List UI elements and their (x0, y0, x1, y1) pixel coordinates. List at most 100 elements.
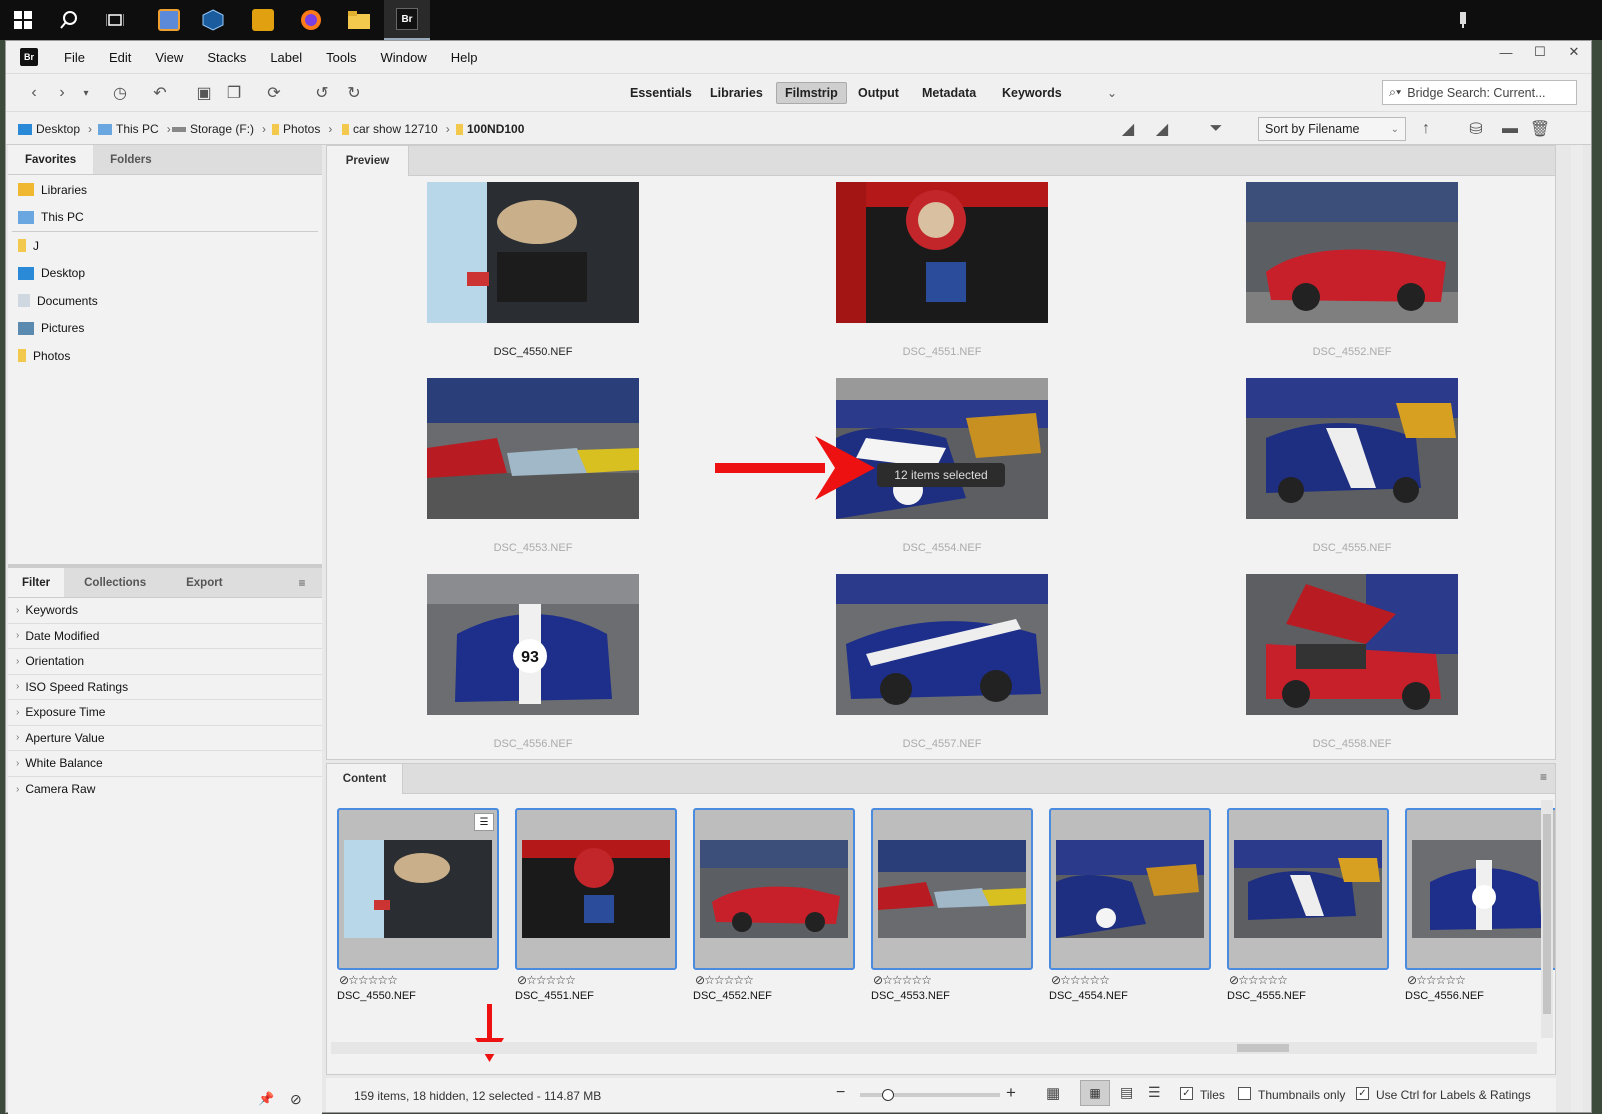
menu-tools[interactable]: Tools (314, 50, 368, 65)
rating-4556[interactable]: ⊘☆☆☆☆☆ (1407, 973, 1466, 987)
delete-icon[interactable]: 🗑 (1530, 119, 1550, 139)
close-icon[interactable]: ✕ (1557, 41, 1591, 63)
breadcrumb-car-show[interactable]: car show 12710 › (342, 122, 450, 136)
virtualbox-icon[interactable] (190, 0, 236, 40)
rotate-right-icon[interactable]: ↻ (344, 83, 364, 103)
preview-image-4557[interactable] (836, 574, 1048, 715)
maximize-icon[interactable]: ☐ (1523, 41, 1557, 63)
recent-icon[interactable]: ◷ (110, 83, 130, 103)
vertical-scrollbar[interactable] (1541, 800, 1553, 1038)
thumbnail-view-icon[interactable]: ▦ (1080, 1080, 1110, 1106)
workspace-filmstrip[interactable]: Filmstrip (776, 82, 847, 104)
preview-image-4551[interactable] (836, 182, 1048, 323)
filter-orientation[interactable]: › Orientation (8, 649, 322, 675)
tab-favorites[interactable]: Favorites (8, 145, 94, 174)
bridge-taskbar-icon[interactable]: Br (384, 0, 430, 40)
quality-icon[interactable]: ◢ (1118, 119, 1138, 139)
boomerang-icon[interactable]: ↶ (150, 83, 170, 103)
content-menu-icon[interactable]: ≡ (1540, 770, 1547, 784)
favorite-j[interactable]: J (8, 232, 322, 260)
filter-date-modified[interactable]: › Date Modified (8, 624, 322, 649)
filter-camera-raw[interactable]: › Camera Raw (8, 777, 322, 803)
rating-4554[interactable]: ⊘☆☆☆☆☆ (1051, 973, 1110, 987)
rating-4553[interactable]: ⊘☆☆☆☆☆ (873, 973, 932, 987)
thumbnail-4556[interactable] (1405, 808, 1555, 970)
rating-4555[interactable]: ⊘☆☆☆☆☆ (1229, 973, 1288, 987)
favorite-desktop[interactable]: Desktop (8, 260, 322, 288)
adjustments-icon[interactable]: ☰ (474, 813, 494, 831)
rating-4552[interactable]: ⊘☆☆☆☆☆ (695, 973, 754, 987)
camera-download-icon[interactable]: ▣ (194, 83, 214, 103)
history-dropdown-icon[interactable]: ▾ (76, 83, 96, 103)
open-in-camera-raw-icon[interactable]: ⟳ (264, 83, 284, 103)
preview-image-4555[interactable] (1246, 378, 1458, 519)
vm-app-icon[interactable] (240, 0, 286, 40)
more-workspaces-icon[interactable]: ⌄ (1102, 83, 1122, 103)
filter-aperture[interactable]: › Aperture Value (8, 726, 322, 751)
favorite-documents[interactable]: Documents (8, 287, 322, 315)
media-player-icon[interactable] (146, 0, 192, 40)
window-scrollbar[interactable] (1571, 145, 1583, 1112)
workspace-libraries[interactable]: Libraries (702, 82, 771, 104)
filter-items-icon[interactable]: ⏷ (1206, 119, 1226, 139)
workspace-output[interactable]: Output (850, 82, 907, 104)
menu-window[interactable]: Window (369, 50, 439, 65)
task-view-icon[interactable] (92, 0, 138, 40)
thumbnail-4552[interactable] (693, 808, 855, 970)
tab-content[interactable]: Content (327, 764, 403, 794)
menu-view[interactable]: View (143, 50, 195, 65)
search-box[interactable]: ⌕▾ Bridge Search: Current... (1382, 80, 1577, 105)
tiles-checkbox[interactable]: ✓ (1180, 1087, 1193, 1100)
thumbnail-4553[interactable] (871, 808, 1033, 970)
menu-file[interactable]: File (52, 50, 97, 65)
favorite-this-pc[interactable]: This PC (8, 204, 322, 232)
file-explorer-icon[interactable] (336, 0, 382, 40)
tab-filter[interactable]: Filter (8, 568, 65, 597)
menu-label[interactable]: Label (258, 50, 314, 65)
filter-keywords[interactable]: › Keywords (8, 598, 322, 624)
workspace-keywords[interactable]: Keywords (994, 82, 1070, 104)
workspace-essentials[interactable]: Essentials (622, 82, 700, 104)
reject-icon[interactable]: ⊘ (1229, 973, 1239, 987)
details-view-icon[interactable]: ▤ (1120, 1084, 1133, 1101)
pin-icon[interactable]: 📌 (258, 1091, 274, 1107)
horizontal-scrollbar[interactable] (331, 1042, 1537, 1054)
favorite-pictures[interactable]: Pictures (8, 315, 322, 343)
rating-4550[interactable]: ⊘☆☆☆☆☆ (339, 973, 398, 987)
list-view-icon[interactable]: ☰ (1148, 1084, 1161, 1101)
breadcrumb-current[interactable]: 100ND100 (456, 122, 524, 136)
sort-ascending-icon[interactable]: ↑ (1416, 119, 1436, 139)
zoom-out-icon[interactable]: − (836, 1084, 845, 1102)
tab-collections[interactable]: Collections (64, 568, 166, 597)
thumbnail-4554[interactable] (1049, 808, 1211, 970)
rating-filter-icon[interactable]: ◢ (1152, 119, 1172, 139)
breadcrumb-storage[interactable]: Storage (F:) › (172, 122, 266, 136)
preview-image-4550[interactable] (427, 182, 639, 323)
forward-icon[interactable]: › (52, 83, 72, 103)
panel-menu-icon[interactable]: ≡ (282, 568, 322, 597)
thumbnail-4550[interactable]: ☰ (337, 808, 499, 970)
thumbnail-4555[interactable] (1227, 808, 1389, 970)
open-recent-icon[interactable]: ⛁ (1466, 119, 1486, 139)
refine-icon[interactable]: ❐ (224, 83, 244, 103)
zoom-in-icon[interactable]: + (1006, 1083, 1016, 1103)
tab-folders[interactable]: Folders (93, 145, 169, 174)
preview-image-4553[interactable] (427, 378, 639, 519)
reject-icon[interactable]: ⊘ (517, 973, 527, 987)
preview-image-4552[interactable] (1246, 182, 1458, 323)
rating-4551[interactable]: ⊘☆☆☆☆☆ (517, 973, 576, 987)
breadcrumb-photos[interactable]: Photos › (272, 122, 332, 136)
clear-filter-icon[interactable]: ⊘ (290, 1091, 302, 1108)
search-input[interactable]: Bridge Search: Current... (1407, 86, 1545, 100)
thumbnail-4551[interactable] (515, 808, 677, 970)
favorite-libraries[interactable]: Libraries (8, 176, 322, 204)
reject-icon[interactable]: ⊘ (1051, 973, 1061, 987)
preview-image-4556[interactable]: 93 (427, 574, 639, 715)
filter-exposure-time[interactable]: › Exposure Time (8, 700, 322, 726)
breadcrumb-this-pc[interactable]: This PC › (98, 122, 171, 136)
reject-icon[interactable]: ⊘ (1407, 973, 1417, 987)
new-folder-icon[interactable]: ▬ (1500, 119, 1520, 139)
search-icon[interactable] (46, 0, 92, 40)
favorite-photos[interactable]: Photos (8, 342, 322, 370)
thumbnails-only-checkbox[interactable] (1238, 1087, 1251, 1100)
